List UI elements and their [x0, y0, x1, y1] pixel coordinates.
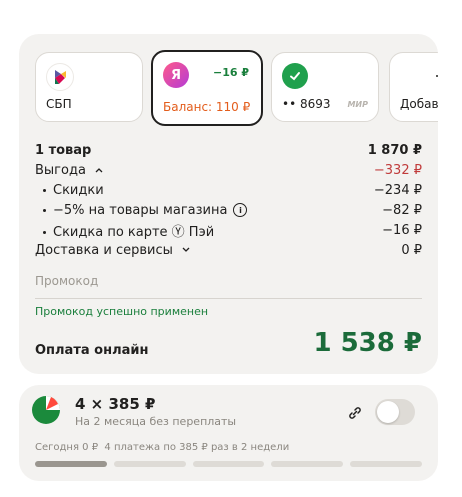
summary-row-discounts: Скидки −234 ₽ — [35, 180, 422, 200]
sbp-logo-icon — [46, 63, 74, 91]
delivery-value: 0 ₽ — [401, 242, 422, 258]
split-subtitle: На 2 месяца без переплаты — [75, 415, 237, 428]
discounts-label: Скидки — [53, 182, 104, 198]
card-discount-label: Скидка по карте Ⓨ Пэй — [53, 224, 215, 240]
items-value: 1 870 ₽ — [367, 142, 422, 158]
delivery-label: Доставка и сервисы — [35, 242, 173, 258]
payment-method-yandex-pay[interactable]: Я −16 ₽ Баланс: 110 ₽ — [151, 50, 263, 126]
progress-segment — [271, 461, 344, 467]
add-icon — [428, 63, 438, 89]
total-amount: 1 538 ₽ — [313, 328, 422, 358]
total-label: Оплата онлайн — [35, 343, 149, 358]
progress-segment — [350, 461, 422, 467]
split-payment-card: 4 × 385 ₽ На 2 месяца без переплаты Сего… — [19, 385, 438, 481]
summary-row-benefit[interactable]: Выгода −332 ₽ — [35, 160, 422, 180]
mir-badge: МИР — [347, 100, 368, 109]
yandex-balance-label: Баланс: 110 ₽ — [163, 100, 251, 114]
benefit-label: Выгода — [35, 162, 86, 178]
store-discount-value: −82 ₽ — [382, 202, 422, 218]
schedule-today: Сегодня 0 ₽ — [35, 442, 99, 453]
yandex-pay-icon: Я — [163, 62, 189, 88]
progress-segment — [35, 461, 107, 467]
link-icon[interactable] — [343, 401, 367, 425]
summary-row-card-discount: Скидка по карте Ⓨ Пэй −16 ₽ — [35, 220, 422, 240]
order-summary: 1 товар 1 870 ₽ Выгода −332 ₽ Скидки −23… — [35, 140, 422, 260]
payment-method-add[interactable]: Добавить — [389, 52, 438, 122]
promo-success-message: Промокод успешно применен — [35, 305, 209, 318]
split-title: 4 × 385 ₽ — [75, 395, 156, 413]
benefit-value: −332 ₽ — [373, 162, 422, 178]
split-toggle[interactable] — [375, 399, 415, 425]
payment-method-sbp[interactable]: СБП — [35, 52, 143, 122]
progress-segment — [113, 461, 186, 467]
summary-row-store-discount: −5% на товары магазина i −82 ₽ — [35, 200, 422, 220]
summary-row-delivery[interactable]: Доставка и сервисы 0 ₽ — [35, 240, 422, 260]
promo-placeholder: Промокод — [35, 274, 99, 288]
split-progress — [35, 461, 422, 467]
promo-code-input[interactable]: Промокод — [35, 268, 422, 299]
summary-row-items: 1 товар 1 870 ₽ — [35, 140, 422, 160]
items-label: 1 товар — [35, 142, 92, 158]
info-icon[interactable]: i — [233, 203, 248, 217]
store-discount-label: −5% на товары магазина — [53, 202, 228, 218]
progress-segment — [192, 461, 265, 467]
payment-methods-carousel[interactable]: СБП Я −16 ₽ Баланс: 110 ₽ •• 8693 МИР До… — [35, 50, 438, 126]
green-check-card-icon — [282, 63, 308, 89]
add-method-label: Добавить — [400, 97, 438, 111]
yandex-pay-discount: −16 ₽ — [212, 66, 249, 79]
chevron-up-icon — [95, 167, 103, 172]
card-number-label: •• 8693 — [282, 97, 331, 111]
toggle-knob — [377, 401, 399, 423]
split-pie-icon — [32, 396, 60, 424]
discounts-value: −234 ₽ — [373, 182, 422, 198]
schedule-rest: 4 платежа по 385 ₽ раз в 2 недели — [104, 442, 290, 453]
payment-method-label: СБП — [46, 97, 72, 111]
chevron-down-icon — [182, 247, 190, 252]
card-discount-value: −16 ₽ — [382, 222, 422, 238]
split-schedule: Сегодня 0 ₽ 4 платежа по 385 ₽ раз в 2 н… — [35, 442, 289, 453]
payment-method-card[interactable]: •• 8693 МИР — [271, 52, 379, 122]
checkout-card: СБП Я −16 ₽ Баланс: 110 ₽ •• 8693 МИР До… — [19, 34, 438, 374]
